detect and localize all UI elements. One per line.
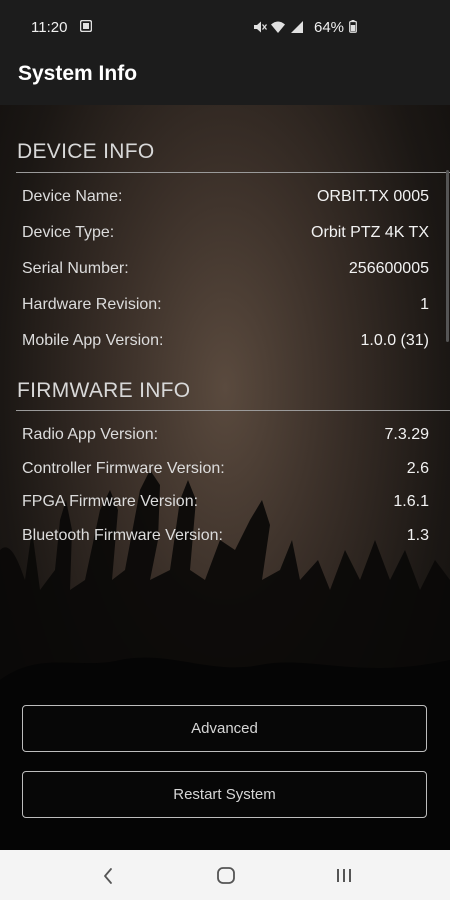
info-label: Controller Firmware Version: <box>22 460 225 477</box>
info-row-fpga-firmware: FPGA Firmware Version: 1.6.1 <box>22 493 429 523</box>
rounded-square-icon[interactable] <box>217 867 235 884</box>
info-row-device-type: Device Type: Orbit PTZ 4K TX <box>22 224 429 254</box>
gallery-notification-icon <box>80 20 92 32</box>
device-info-header: DEVICE INFO <box>17 140 155 163</box>
info-value: 7.3.29 <box>384 426 429 443</box>
page-title: System Info <box>18 62 138 85</box>
info-value: 1.0.0 (31) <box>360 332 429 349</box>
info-row-serial-number: Serial Number: 256600005 <box>22 260 429 290</box>
device-info-divider <box>16 172 450 173</box>
info-value: ORBIT.TX 0005 <box>316 188 429 205</box>
status-bar: 11:20 64% <box>0 0 450 52</box>
mute-icon <box>254 21 268 33</box>
info-value: 1 <box>420 296 429 313</box>
info-row-bluetooth-firmware: Bluetooth Firmware Version: 1.3 <box>22 527 429 557</box>
info-label: Serial Number: <box>22 260 129 277</box>
info-value: 1.6.1 <box>393 493 429 510</box>
info-label: Bluetooth Firmware Version: <box>22 527 223 544</box>
battery-percent: 64% <box>314 19 345 36</box>
scrollbar[interactable] <box>446 170 449 342</box>
navigation-bar <box>0 850 450 900</box>
three-bars-icon[interactable] <box>335 868 353 883</box>
firmware-info-divider <box>16 410 450 411</box>
info-label: Device Name: <box>22 188 123 205</box>
info-label: Radio App Version: <box>22 426 159 443</box>
system-info-screen: 11:20 64% System Info DEVICE INFO Device… <box>0 0 450 900</box>
chevron-left-icon[interactable] <box>102 867 114 885</box>
info-row-device-name: Device Name: ORBIT.TX 0005 <box>22 188 429 218</box>
info-label: FPGA Firmware Version: <box>22 493 199 510</box>
restart-system-button[interactable]: Restart System <box>22 771 427 818</box>
info-row-radio-app-version: Radio App Version: 7.3.29 <box>22 426 429 456</box>
signal-icon <box>291 21 303 33</box>
wifi-icon <box>271 21 285 33</box>
info-row-hardware-revision: Hardware Revision: 1 <box>22 296 429 326</box>
battery-icon <box>349 20 357 33</box>
info-label: Device Type: <box>22 224 115 241</box>
info-value: 256600005 <box>348 260 429 277</box>
info-value: 1.3 <box>406 527 429 544</box>
info-row-controller-firmware: Controller Firmware Version: 2.6 <box>22 460 429 490</box>
app-bar: System Info <box>0 52 450 105</box>
info-value: Orbit PTZ 4K TX <box>311 224 429 241</box>
info-value: 2.6 <box>406 460 429 477</box>
status-time: 11:20 <box>31 19 68 36</box>
info-row-mobile-app-version: Mobile App Version: 1.0.0 (31) <box>22 332 429 362</box>
status-indicators <box>254 21 303 33</box>
advanced-button[interactable]: Advanced <box>22 705 427 752</box>
info-label: Mobile App Version: <box>22 332 164 349</box>
info-label: Hardware Revision: <box>22 296 162 313</box>
firmware-info-header: FIRMWARE INFO <box>17 379 191 402</box>
